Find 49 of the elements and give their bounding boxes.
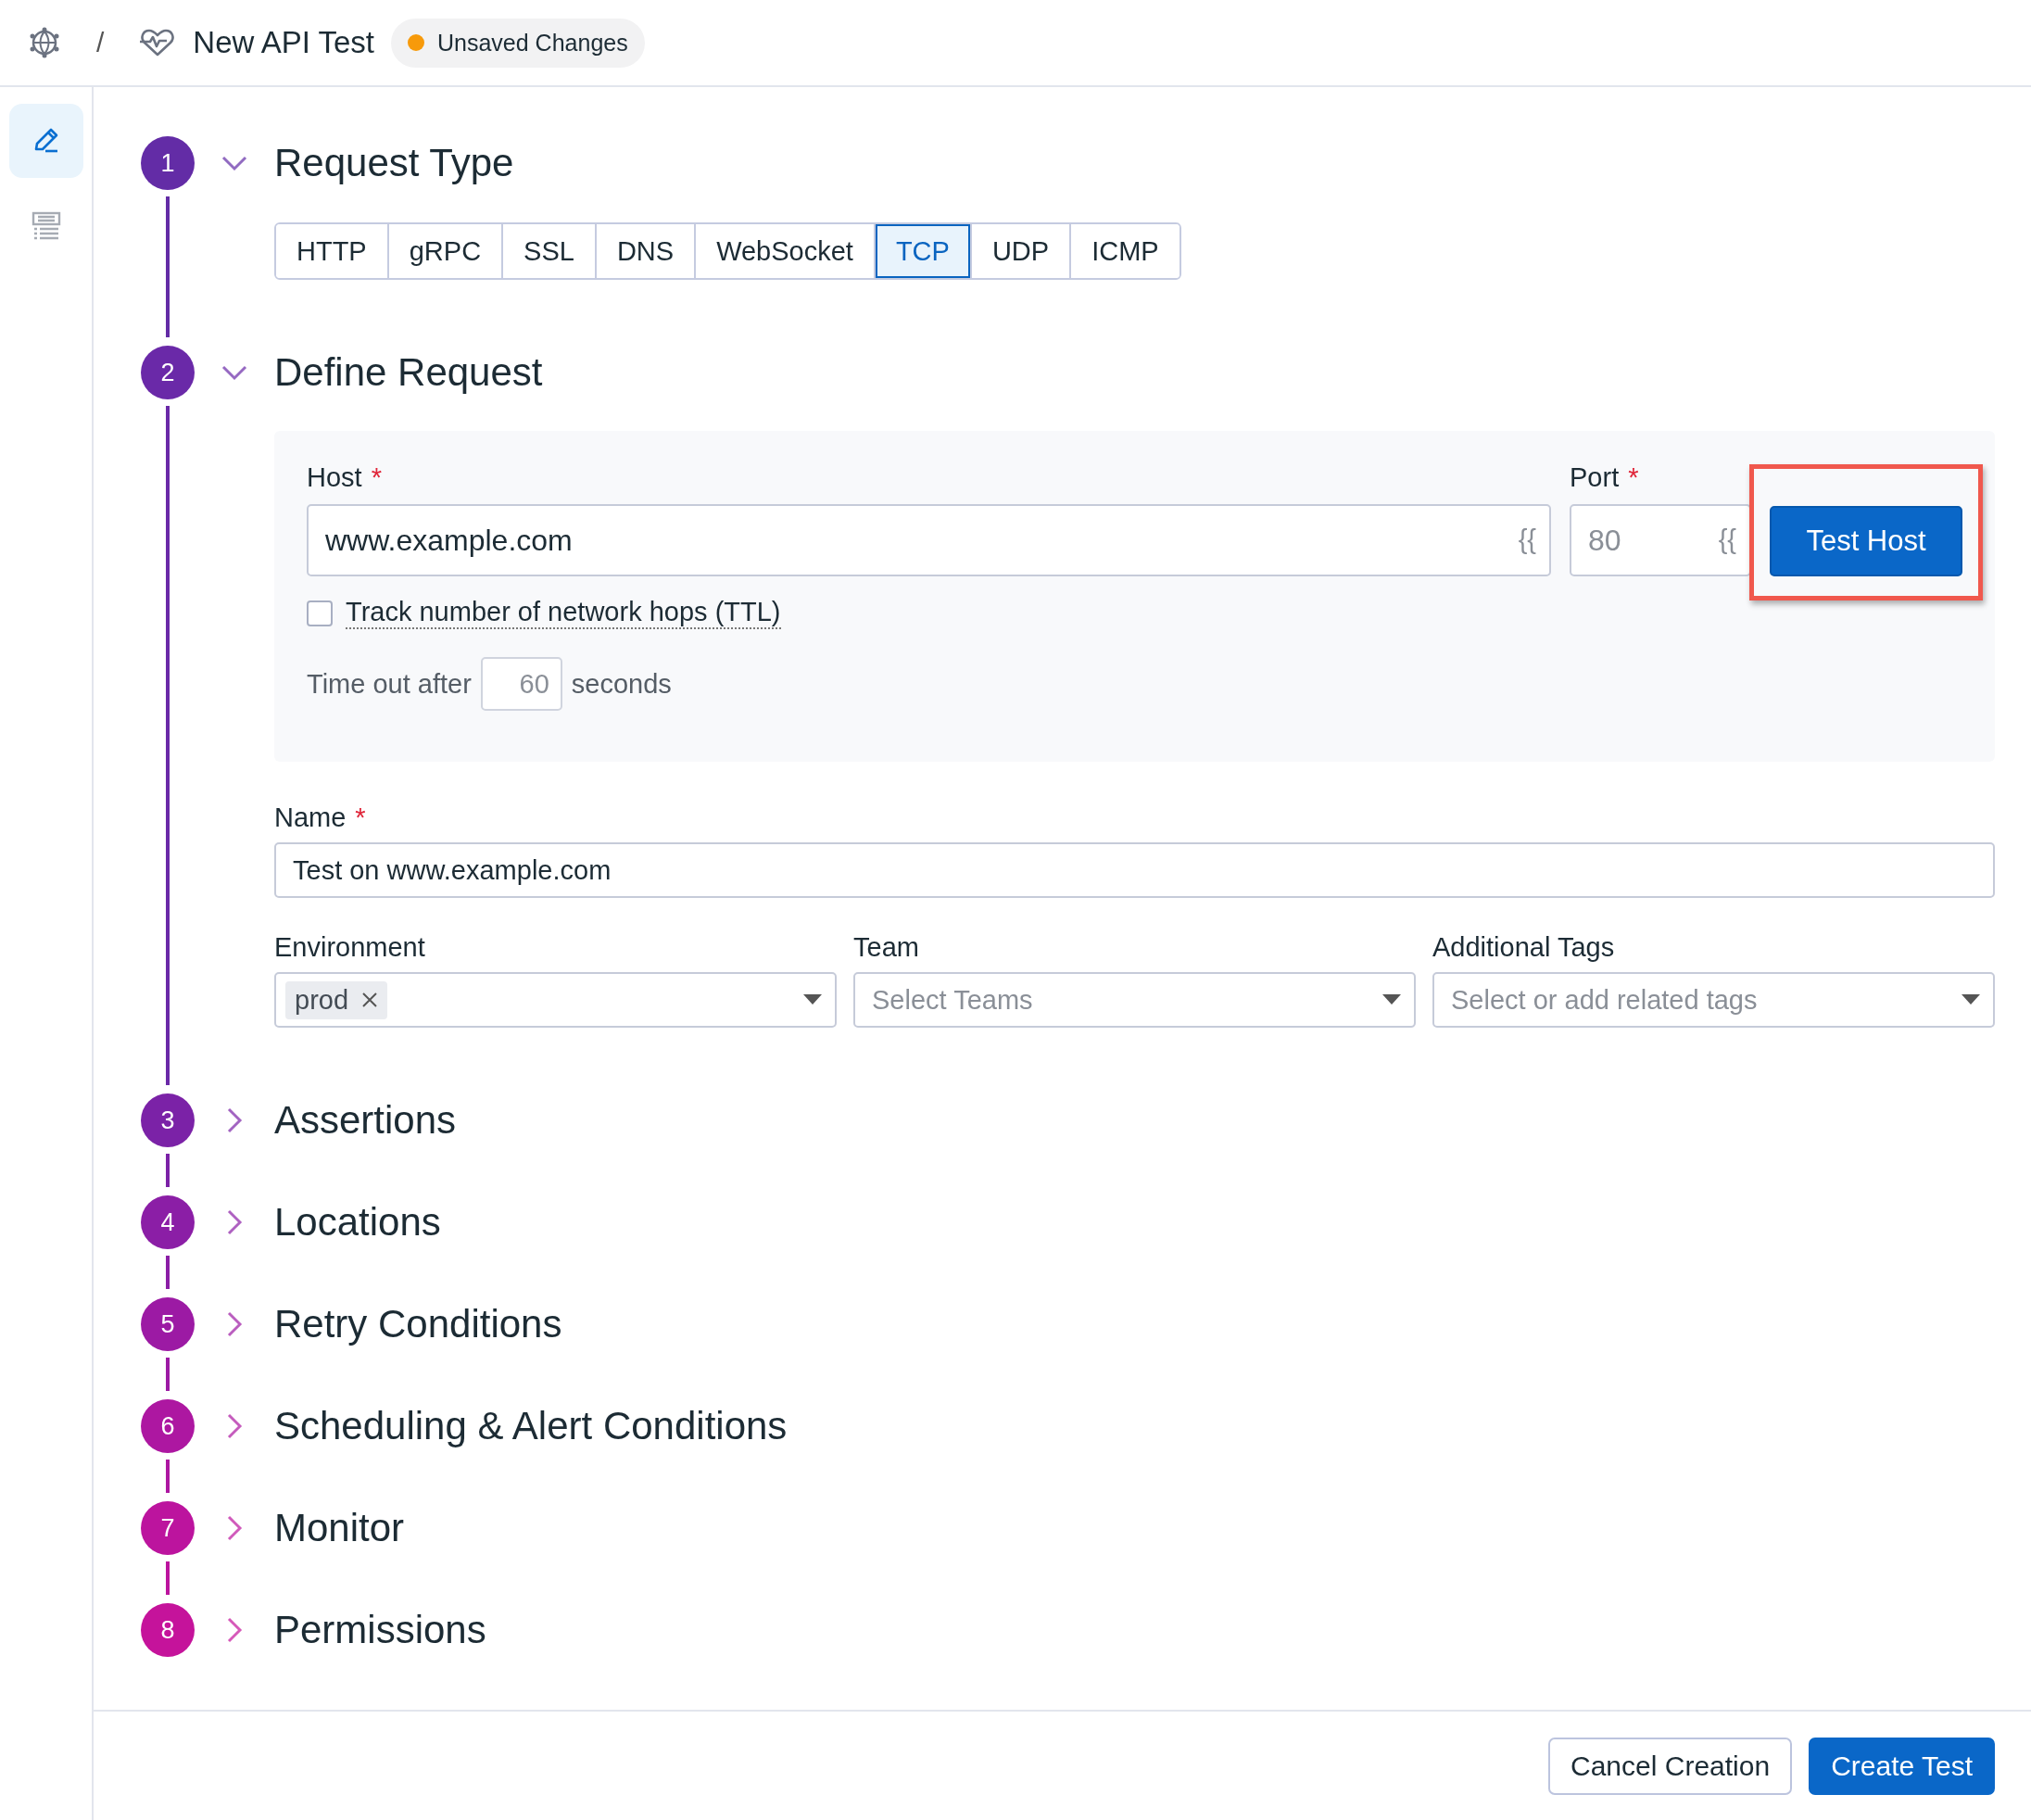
step-number: 1 bbox=[141, 136, 195, 190]
section-title[interactable]: Define Request bbox=[274, 350, 543, 395]
section-title[interactable]: Locations bbox=[274, 1200, 441, 1245]
checkbox[interactable] bbox=[307, 600, 333, 626]
heartbeat-icon bbox=[139, 28, 177, 57]
section-title[interactable]: Retry Conditions bbox=[274, 1302, 562, 1346]
section-title[interactable]: Assertions bbox=[274, 1098, 457, 1143]
caret-icon bbox=[1382, 994, 1401, 1005]
status-badge: Unsaved Changes bbox=[391, 18, 645, 68]
list-icon bbox=[30, 210, 62, 242]
step-number: 6 bbox=[141, 1399, 195, 1453]
name-field[interactable]: Test on www.example.com bbox=[274, 842, 1995, 898]
step-number: 8 bbox=[141, 1603, 195, 1657]
field-label: Team bbox=[853, 932, 919, 963]
tag-chip: prod bbox=[285, 980, 388, 1019]
environment-select[interactable]: prod bbox=[274, 972, 837, 1028]
page-title: New API Test bbox=[193, 25, 374, 60]
close-icon[interactable] bbox=[361, 992, 379, 1008]
caret-icon bbox=[803, 994, 822, 1005]
create-button[interactable]: Create Test bbox=[1809, 1737, 1995, 1795]
field-label: Host bbox=[307, 462, 362, 493]
section-title[interactable]: Permissions bbox=[274, 1608, 486, 1652]
breadcrumb-separator: / bbox=[96, 27, 105, 58]
request-type-tab[interactable]: TCP bbox=[873, 224, 970, 278]
timeout-label: Time out after bbox=[307, 668, 472, 700]
edit-button[interactable] bbox=[8, 104, 83, 178]
timeout-field[interactable]: 60 bbox=[480, 657, 562, 711]
field-label: Environment bbox=[274, 932, 425, 963]
test-host-button[interactable]: Test Host bbox=[1770, 506, 1962, 576]
required-mark: * bbox=[1628, 462, 1639, 493]
globe-icon[interactable] bbox=[28, 26, 61, 59]
field-label: Port bbox=[1570, 462, 1620, 493]
required-mark: * bbox=[371, 462, 382, 493]
checkbox-label[interactable]: Track number of network hops (TTL) bbox=[346, 597, 781, 629]
request-type-tab[interactable]: ICMP bbox=[1069, 224, 1179, 278]
field-label: Additional Tags bbox=[1432, 932, 1615, 963]
step-number: 3 bbox=[141, 1093, 195, 1147]
caret-icon bbox=[1962, 994, 1980, 1005]
step-number: 2 bbox=[141, 346, 195, 399]
step-number: 7 bbox=[141, 1501, 195, 1555]
section-title[interactable]: Request Type bbox=[274, 141, 514, 185]
section-title[interactable]: Monitor bbox=[274, 1506, 405, 1550]
step-number: 5 bbox=[141, 1297, 195, 1351]
section-title[interactable]: Scheduling & Alert Conditions bbox=[274, 1404, 788, 1448]
required-mark: * bbox=[355, 803, 366, 833]
step-number: 4 bbox=[141, 1195, 195, 1249]
field-label: Name bbox=[274, 803, 347, 833]
cancel-button[interactable]: Cancel Creation bbox=[1548, 1737, 1793, 1795]
seconds-label: seconds bbox=[571, 668, 672, 700]
